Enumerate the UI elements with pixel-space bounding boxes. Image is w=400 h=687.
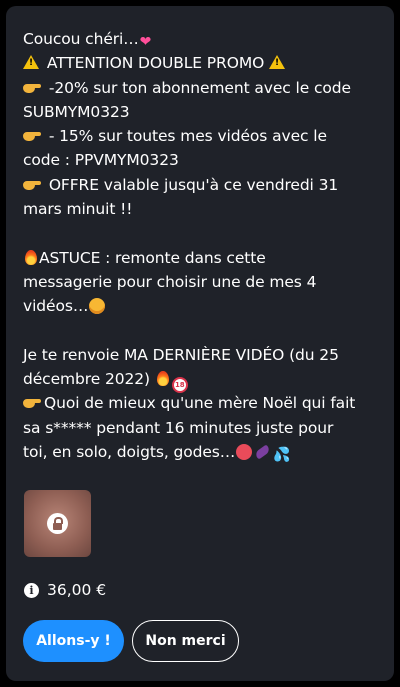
message-line: OFFRE valable jusqu'à ce vendredi 31 (23, 173, 383, 197)
fire-icon (156, 371, 169, 387)
message-line: vidéos… (23, 294, 383, 318)
angry-face-icon (236, 444, 253, 461)
message-line: messagerie pour choisir une de mes 4 (23, 272, 317, 291)
price-row: i 36,00 € (24, 578, 106, 602)
message-line: Quoi de mieux qu'une mère Noël qui fait (23, 391, 383, 415)
message-line: décembre 2022) 18 (23, 367, 383, 394)
message-line: -20% sur ton abonnement avec le code (23, 76, 383, 100)
fire-icon (25, 249, 37, 265)
message-line: - 15% sur toutes mes vidéos avec le (23, 124, 383, 148)
message-line: ! ATTENTION DOUBLE PROMO ! (23, 51, 383, 75)
message-line: code : PPVMYM0323 (23, 151, 179, 170)
message-line: ASTUCE : remonte dans cette (23, 246, 383, 270)
warning-icon: ! (23, 55, 39, 70)
eggplant-icon (254, 444, 272, 460)
pointing-right-hand-icon (23, 397, 41, 409)
message-line: Je te renvoie MA DERNIÈRE VIDÉO (du 25 (23, 345, 339, 364)
locked-media-thumbnail[interactable] (24, 490, 91, 557)
price-amount: 36,00 € (47, 581, 107, 599)
info-icon[interactable]: i (24, 582, 39, 598)
sweat-droplets-icon: 💦 (273, 447, 291, 464)
message-card: Coucou chéri…❤ ! ATTENTION DOUBLE PROMO … (6, 6, 394, 681)
message-line: SUBMYM0323 (23, 102, 130, 121)
message-text: Coucou chéri…❤ ! ATTENTION DOUBLE PROMO … (23, 27, 383, 464)
star-struck-face-icon (89, 298, 106, 315)
pointing-right-hand-icon (23, 130, 41, 142)
lock-icon (47, 513, 68, 534)
warning-icon: ! (269, 55, 286, 70)
decline-offer-button[interactable]: Non merci (132, 620, 239, 662)
pointing-right-hand-icon (23, 179, 41, 191)
accept-offer-button[interactable]: Allons-y ! (23, 620, 124, 662)
message-line: Coucou chéri…❤ (23, 27, 383, 51)
message-line: sa s***** pendant 16 minutes juste pour (23, 418, 334, 437)
message-line: mars minuit !! (23, 200, 133, 219)
pointing-right-hand-icon (23, 82, 41, 94)
message-line: toi, en solo, doigts, godes… 💦 (23, 440, 383, 464)
